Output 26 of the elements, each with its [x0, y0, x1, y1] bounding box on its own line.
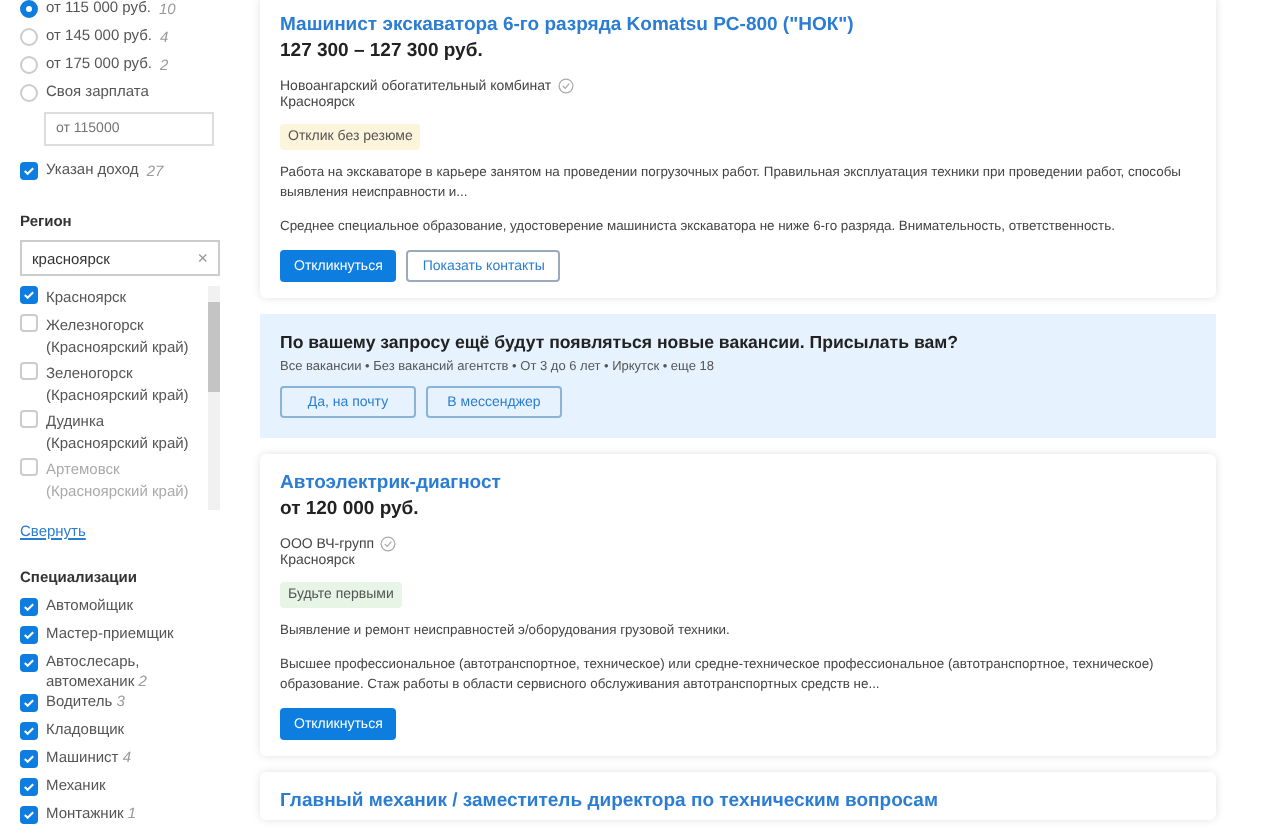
checkbox[interactable] — [20, 286, 38, 304]
checkbox[interactable] — [20, 694, 38, 712]
checkbox[interactable] — [20, 626, 38, 644]
checkbox[interactable] — [20, 362, 38, 380]
vacancy-title[interactable]: Машинист экскаватора 6-го разряда Komatsu PC-800 ("НОК") — [280, 14, 1196, 36]
checkbox[interactable] — [20, 654, 38, 672]
checkbox[interactable] — [20, 722, 38, 740]
radio-button[interactable] — [20, 83, 38, 101]
checkbox[interactable] — [20, 806, 38, 824]
vacancy-title[interactable]: Автоэлектрик-диагност — [280, 472, 1196, 494]
checkbox[interactable] — [20, 778, 38, 796]
checkbox[interactable] — [20, 458, 38, 476]
salary: от 120 000 руб. — [280, 498, 421, 520]
vacancy-title[interactable]: Главный механик / заместитель директора по техническим вопросам — [280, 790, 1196, 812]
radio-button[interactable] — [20, 55, 38, 73]
checkbox[interactable] — [20, 161, 38, 179]
clear-icon[interactable]: × — [197, 248, 208, 268]
radio-button[interactable] — [20, 0, 38, 17]
radio-button[interactable] — [20, 27, 38, 45]
scrollbar[interactable] — [208, 286, 220, 510]
checkbox[interactable] — [20, 410, 38, 428]
salary: 127 300 – 127 300 руб. — [280, 40, 485, 62]
subscription-title: По вашему запросу ещё будут появляться новые вакансии. Присылать вам? — [280, 332, 961, 352]
checkbox[interactable] — [20, 598, 38, 616]
checkbox[interactable] — [20, 314, 38, 332]
checkbox[interactable] — [20, 750, 38, 768]
